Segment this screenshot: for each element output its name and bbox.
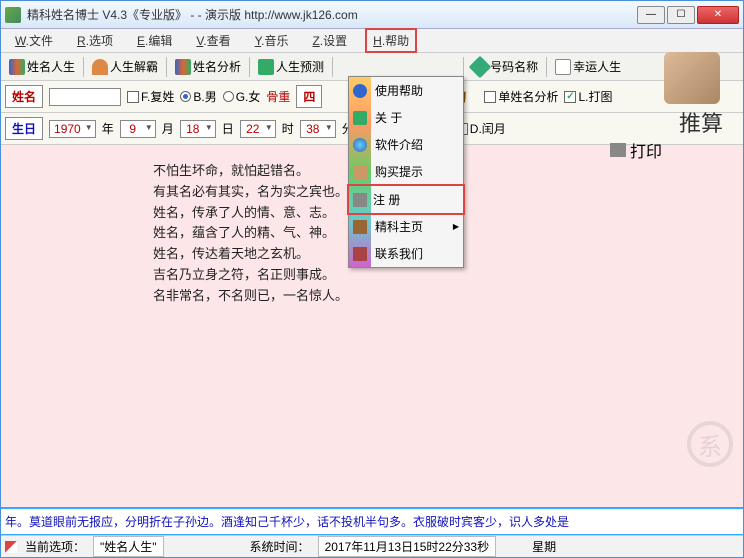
books-icon — [175, 59, 191, 75]
print-button[interactable]: 打印 — [610, 138, 662, 162]
printer-icon — [353, 193, 367, 207]
menu-help[interactable]: H.帮助 — [365, 28, 417, 53]
calc-button[interactable]: 推算 — [664, 106, 738, 138]
help-dropdown-menu: 使用帮助 关 于 软件介绍 购买提示 注 册 精科主页▶ 联系我们 — [348, 76, 464, 268]
menu-edit[interactable]: E.编辑 — [131, 30, 178, 51]
window-title: 精科姓名博士 V4.3《专业版》 - - 演示版 http://www.jk12… — [27, 6, 358, 23]
watermark: 系 — [687, 421, 733, 467]
year-label: 年 — [102, 120, 114, 137]
menu-music[interactable]: Y.音乐 — [249, 30, 295, 51]
si-value: 四 — [296, 85, 322, 108]
hour-select[interactable]: 22 — [240, 120, 276, 138]
help-icon — [353, 84, 367, 98]
year-select[interactable]: 1970 — [49, 120, 96, 138]
bone-weight-label: 骨重 — [266, 88, 290, 105]
globe-icon — [353, 138, 367, 152]
month-select[interactable]: 9 — [120, 120, 156, 138]
male-radio[interactable]: B.男 — [180, 88, 216, 105]
pen-icon — [5, 541, 17, 553]
status-bar: 当前选项： "姓名人生" 系统时间： 2017年11月13日15时22分33秒 … — [1, 535, 743, 557]
minimize-button[interactable]: — — [637, 6, 665, 24]
name-label: 姓名 — [5, 85, 43, 108]
dd-contact[interactable]: 联系我们 — [349, 240, 463, 267]
dd-software-intro[interactable]: 软件介绍 — [349, 131, 463, 158]
green-icon — [258, 59, 274, 75]
tb-name-life[interactable]: 姓名人生 — [5, 56, 79, 77]
dog-image — [664, 52, 720, 104]
day-select[interactable]: 18 — [180, 120, 216, 138]
current-value: "姓名人生" — [93, 536, 164, 557]
books-icon — [9, 59, 25, 75]
title-bar: 精科姓名博士 V4.3《专业版》 - - 演示版 http://www.jk12… — [1, 1, 743, 29]
danxing-checkbox[interactable]: 单姓名分析 — [484, 88, 558, 105]
maximize-button[interactable]: ☐ — [667, 6, 695, 24]
day-label: 日 — [222, 120, 234, 137]
doc-icon — [555, 59, 571, 75]
current-label: 当前选项： — [25, 538, 85, 555]
fuxing-checkbox[interactable]: F.复姓 — [127, 88, 174, 105]
tb-life-predict[interactable]: 人生预测 — [254, 56, 328, 77]
person-icon — [92, 59, 108, 75]
dd-homepage[interactable]: 精科主页▶ — [349, 213, 463, 240]
menu-settings[interactable]: Z.设置 — [306, 30, 353, 51]
weekday-label: 星期 — [532, 538, 556, 555]
female-radio[interactable]: G.女 — [223, 88, 261, 105]
tb-life-decode[interactable]: 人生解霸 — [88, 56, 162, 77]
month-label: 月 — [162, 120, 174, 137]
about-icon — [353, 111, 367, 125]
systime-value: 2017年11月13日15时22分33秒 — [318, 536, 497, 557]
chevron-right-icon: ▶ — [453, 222, 459, 231]
hour-label: 时 — [282, 120, 294, 137]
minute-select[interactable]: 38 — [300, 120, 336, 138]
tb-name-analysis[interactable]: 姓名分析 — [171, 56, 245, 77]
printer-icon — [610, 143, 626, 157]
app-icon — [5, 7, 21, 23]
dd-use-help[interactable]: 使用帮助 — [349, 77, 463, 104]
contact-icon — [353, 247, 367, 261]
home-icon — [353, 220, 367, 234]
menu-bar: W.文件 R.选项 E.编辑 V.查看 Y.音乐 Z.设置 H.帮助 — [1, 29, 743, 53]
menu-view[interactable]: V.查看 — [190, 30, 236, 51]
tag-icon — [469, 55, 492, 78]
systime-label: 系统时间： — [250, 538, 310, 555]
tb-lucky-life[interactable]: 幸运人生 — [551, 56, 625, 77]
menu-file[interactable]: W.文件 — [9, 30, 59, 51]
name-input[interactable] — [49, 88, 121, 106]
dd-register[interactable]: 注 册 — [347, 184, 465, 215]
birth-label: 生日 — [5, 117, 43, 140]
dd-purchase-tip[interactable]: 购买提示 — [349, 158, 463, 186]
close-button[interactable]: ✕ — [697, 6, 739, 24]
tb-number-name[interactable]: 号码名称 — [468, 56, 542, 77]
footer-scroll-text: 年。莫道眼前无报应，分明折在子孙边。酒逢知己千杯少，话不投机半句多。衣服破时宾客… — [1, 507, 743, 535]
menu-options[interactable]: R.选项 — [71, 30, 119, 51]
print-checkbox[interactable]: L.打图 — [564, 88, 612, 105]
right-panel: 推算 — [664, 52, 738, 138]
dd-about[interactable]: 关 于 — [349, 104, 463, 131]
cart-icon — [353, 165, 367, 179]
